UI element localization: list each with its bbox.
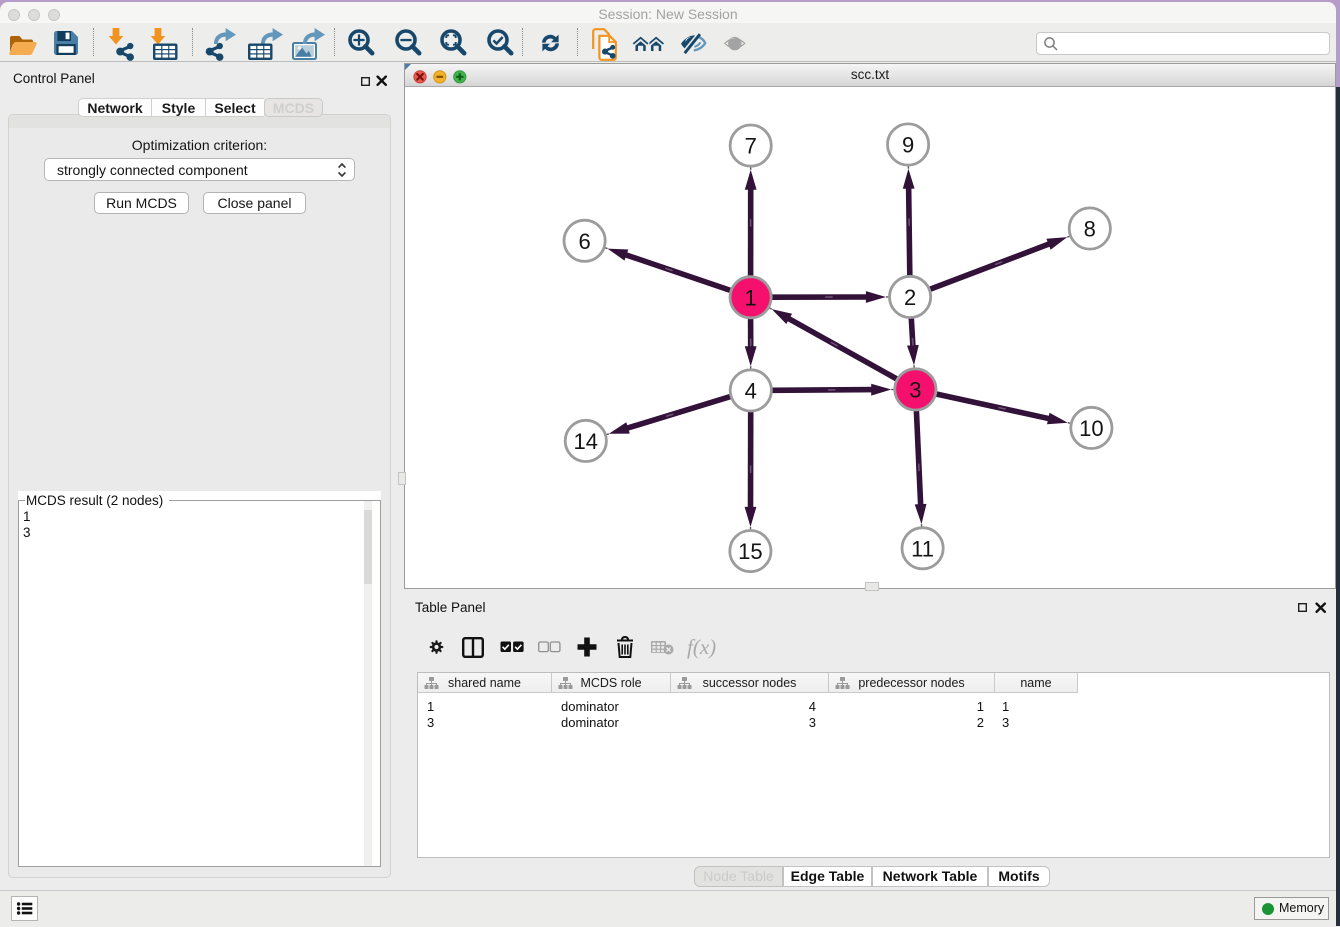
- svg-text:2: 2: [904, 285, 916, 310]
- svg-text:4: 4: [745, 378, 757, 403]
- svg-text:10: 10: [1079, 416, 1103, 441]
- svg-text:6: 6: [578, 229, 590, 254]
- svg-text:9: 9: [902, 133, 914, 158]
- svg-text:14: 14: [574, 429, 598, 454]
- svg-text:11: 11: [911, 536, 934, 561]
- svg-text:8: 8: [1084, 217, 1096, 242]
- svg-text:15: 15: [738, 539, 762, 564]
- svg-text:7: 7: [745, 134, 757, 159]
- svg-text:3: 3: [909, 377, 921, 402]
- svg-text:1: 1: [744, 285, 756, 310]
